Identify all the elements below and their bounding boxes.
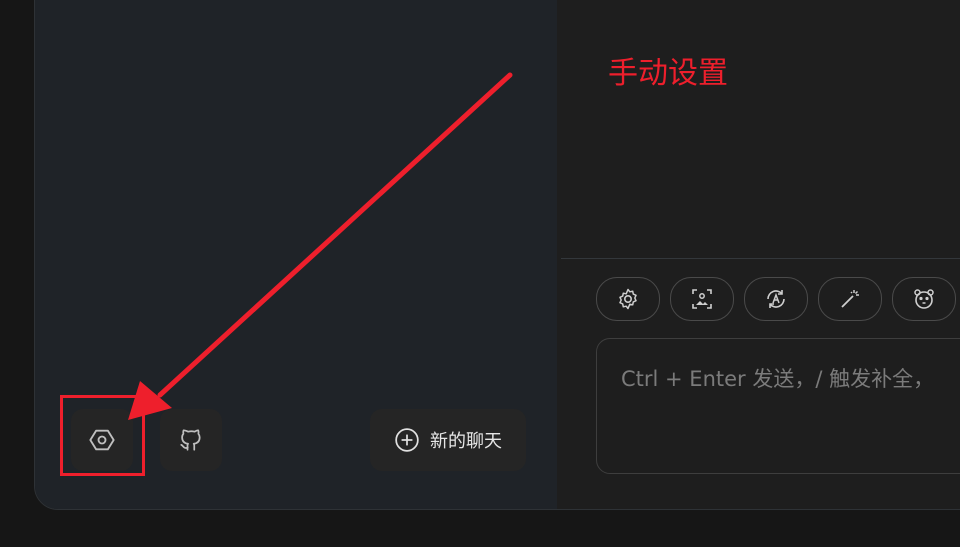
annotation-arrow <box>128 72 513 420</box>
